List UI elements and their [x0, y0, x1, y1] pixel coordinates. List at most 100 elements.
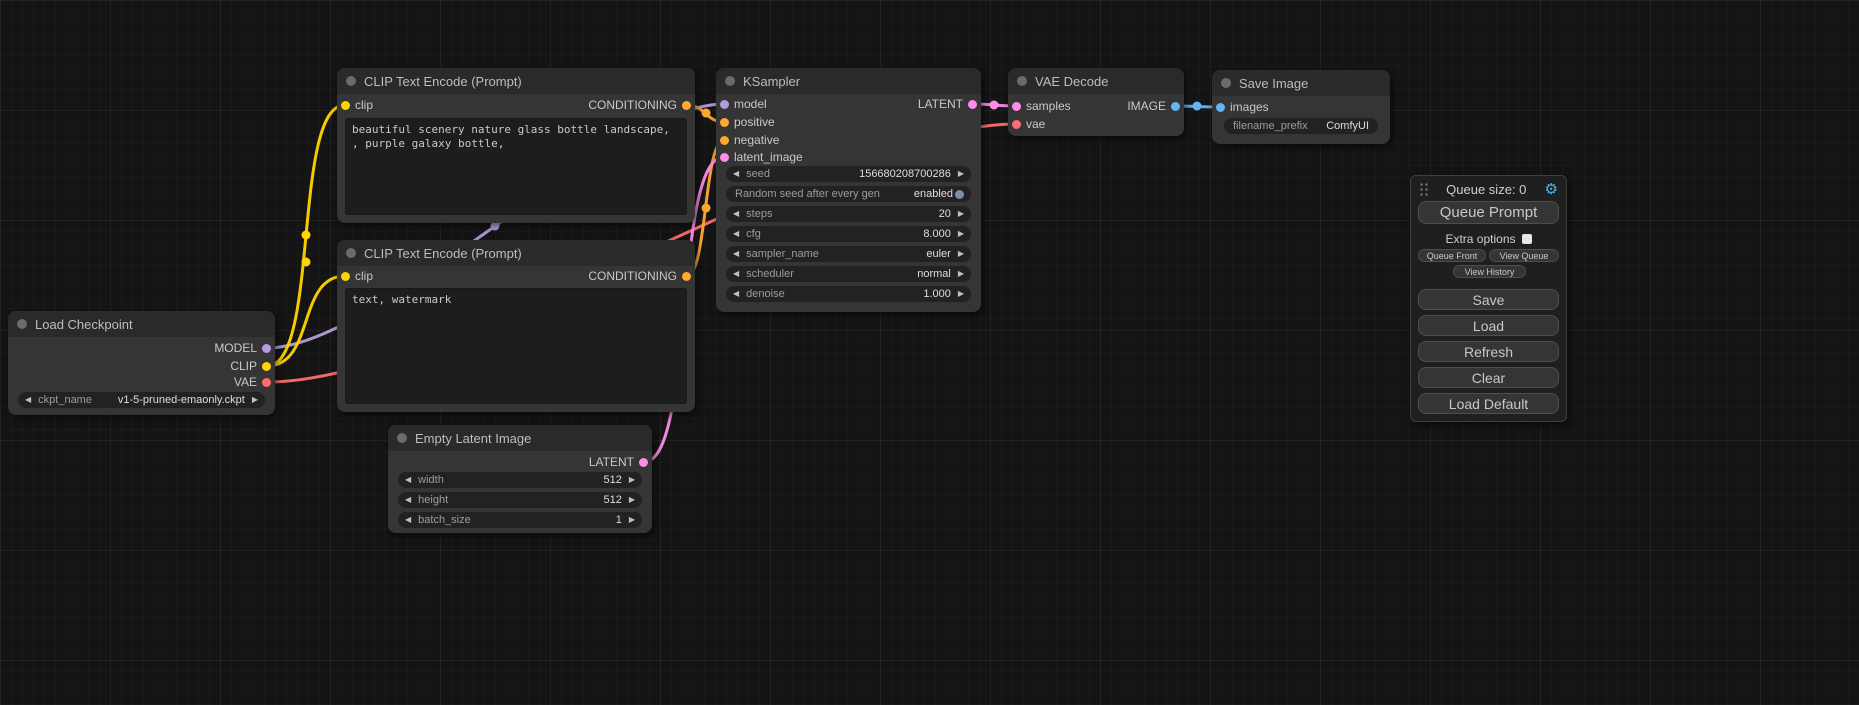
node-collapse-dot[interactable] — [1221, 78, 1231, 88]
node-title-bar[interactable]: KSampler — [716, 68, 981, 94]
widget-filename-prefix[interactable]: filename_prefix ComfyUI — [1224, 118, 1378, 134]
link-midpoint-dot — [702, 204, 711, 213]
conditioning-output-port[interactable] — [682, 272, 691, 281]
node-collapse-dot[interactable] — [1017, 76, 1027, 86]
decrement-icon[interactable]: ◀ — [733, 226, 739, 242]
view-history-button[interactable]: View History — [1453, 265, 1526, 278]
negative-prompt-textarea[interactable]: text, watermark — [345, 288, 687, 404]
widget-cfg[interactable]: ◀ cfg 8.000 ▶ — [726, 226, 971, 242]
load-default-button[interactable]: Load Default — [1418, 393, 1559, 414]
decrement-icon[interactable]: ◀ — [733, 266, 739, 282]
decrement-icon[interactable]: ◀ — [405, 492, 411, 508]
increment-icon[interactable]: ▶ — [958, 266, 964, 282]
node-save-image[interactable]: Save Image images filename_prefix ComfyU… — [1212, 70, 1390, 144]
increment-icon[interactable]: ▶ — [958, 246, 964, 262]
slot-label: samples — [1026, 99, 1071, 113]
output-slot-model: MODEL — [214, 340, 271, 356]
increment-icon[interactable]: ▶ — [629, 472, 635, 488]
node-vae-decode[interactable]: VAE Decode samples vae IMAGE — [1008, 68, 1184, 136]
widget-value: 1.000 — [923, 288, 951, 300]
increment-icon[interactable]: ▶ — [252, 392, 258, 408]
image-output-port[interactable] — [1171, 102, 1180, 111]
images-input-port[interactable] — [1216, 103, 1225, 112]
decrement-icon[interactable]: ◀ — [733, 246, 739, 262]
increment-icon[interactable]: ▶ — [629, 492, 635, 508]
node-collapse-dot[interactable] — [346, 76, 356, 86]
clear-button[interactable]: Clear — [1418, 367, 1559, 388]
model-output-port[interactable] — [262, 344, 271, 353]
node-collapse-dot[interactable] — [346, 248, 356, 258]
clip-output-port[interactable] — [262, 362, 271, 371]
node-title-bar[interactable]: Load Checkpoint — [8, 311, 275, 337]
increment-icon[interactable]: ▶ — [629, 512, 635, 528]
increment-icon[interactable]: ▶ — [958, 226, 964, 242]
widget-ckpt-name[interactable]: ◀ ckpt_name v1-5-pruned-emaonly.ckpt ▶ — [18, 392, 265, 408]
widget-steps[interactable]: ◀ steps 20 ▶ — [726, 206, 971, 222]
node-title-bar[interactable]: CLIP Text Encode (Prompt) — [337, 240, 695, 266]
latent-output-port[interactable] — [639, 458, 648, 467]
view-queue-button[interactable]: View Queue — [1489, 249, 1559, 262]
node-title-bar[interactable]: VAE Decode — [1008, 68, 1184, 94]
decrement-icon[interactable]: ◀ — [733, 286, 739, 302]
output-slot-conditioning: CONDITIONING — [588, 97, 691, 113]
decrement-icon[interactable]: ◀ — [405, 512, 411, 528]
slot-label: LATENT — [918, 97, 963, 111]
clip-input-port[interactable] — [341, 272, 350, 281]
widget-control-after-generate[interactable]: Random seed after every gen enabled — [726, 186, 971, 202]
load-button[interactable]: Load — [1418, 315, 1559, 336]
model-input-port[interactable] — [720, 100, 729, 109]
widget-scheduler[interactable]: ◀ scheduler normal ▶ — [726, 266, 971, 282]
node-graph-canvas[interactable]: Load Checkpoint MODEL CLIP VAE ◀ ckpt_na… — [0, 0, 1859, 705]
increment-icon[interactable]: ▶ — [958, 286, 964, 302]
toggle-knob-icon[interactable] — [955, 190, 964, 199]
widget-denoise[interactable]: ◀ denoise 1.000 ▶ — [726, 286, 971, 302]
widget-sampler-name[interactable]: ◀ sampler_name euler ▶ — [726, 246, 971, 262]
node-title: CLIP Text Encode (Prompt) — [364, 246, 522, 261]
decrement-icon[interactable]: ◀ — [25, 392, 31, 408]
slot-label: images — [1230, 100, 1269, 114]
widget-value: 512 — [603, 494, 621, 506]
link-midpoint-dot — [302, 231, 311, 240]
widget-label: filename_prefix — [1233, 120, 1308, 132]
drag-handle-icon[interactable] — [1419, 182, 1428, 197]
negative-input-port[interactable] — [720, 136, 729, 145]
widget-batch-size[interactable]: ◀ batch_size 1 ▶ — [398, 512, 642, 528]
vae-input-port[interactable] — [1012, 120, 1021, 129]
node-title-bar[interactable]: Save Image — [1212, 70, 1390, 96]
increment-icon[interactable]: ▶ — [958, 206, 964, 222]
widget-width[interactable]: ◀ width 512 ▶ — [398, 472, 642, 488]
increment-icon[interactable]: ▶ — [958, 166, 964, 182]
save-button[interactable]: Save — [1418, 289, 1559, 310]
widget-label: width — [418, 474, 444, 486]
slot-label: negative — [734, 133, 779, 147]
input-slot-model: model — [720, 96, 767, 112]
queue-front-button[interactable]: Queue Front — [1418, 249, 1486, 262]
node-empty-latent-image[interactable]: Empty Latent Image LATENT ◀ width 512 ▶ … — [388, 425, 652, 533]
decrement-icon[interactable]: ◀ — [405, 472, 411, 488]
widget-height[interactable]: ◀ height 512 ▶ — [398, 492, 642, 508]
vae-output-port[interactable] — [262, 378, 271, 387]
positive-prompt-textarea[interactable]: beautiful scenery nature glass bottle la… — [345, 118, 687, 215]
node-load-checkpoint[interactable]: Load Checkpoint MODEL CLIP VAE ◀ ckpt_na… — [8, 311, 275, 415]
positive-input-port[interactable] — [720, 118, 729, 127]
decrement-icon[interactable]: ◀ — [733, 166, 739, 182]
node-clip-text-encode-negative[interactable]: CLIP Text Encode (Prompt) clip CONDITION… — [337, 240, 695, 412]
settings-gear-icon[interactable]: ⚙ — [1545, 182, 1558, 197]
conditioning-output-port[interactable] — [682, 101, 691, 110]
latent-output-port[interactable] — [968, 100, 977, 109]
samples-input-port[interactable] — [1012, 102, 1021, 111]
decrement-icon[interactable]: ◀ — [733, 206, 739, 222]
node-title-bar[interactable]: CLIP Text Encode (Prompt) — [337, 68, 695, 94]
refresh-button[interactable]: Refresh — [1418, 341, 1559, 362]
node-ksampler[interactable]: KSampler model positive negative latent_… — [716, 68, 981, 312]
latent-image-input-port[interactable] — [720, 153, 729, 162]
widget-seed[interactable]: ◀ seed 156680208700286 ▶ — [726, 166, 971, 182]
node-clip-text-encode-positive[interactable]: CLIP Text Encode (Prompt) clip CONDITION… — [337, 68, 695, 223]
node-title-bar[interactable]: Empty Latent Image — [388, 425, 652, 451]
queue-prompt-button[interactable]: Queue Prompt — [1418, 201, 1559, 224]
clip-input-port[interactable] — [341, 101, 350, 110]
node-collapse-dot[interactable] — [397, 433, 407, 443]
node-collapse-dot[interactable] — [17, 319, 27, 329]
node-collapse-dot[interactable] — [725, 76, 735, 86]
extra-options-checkbox[interactable] — [1522, 234, 1532, 244]
